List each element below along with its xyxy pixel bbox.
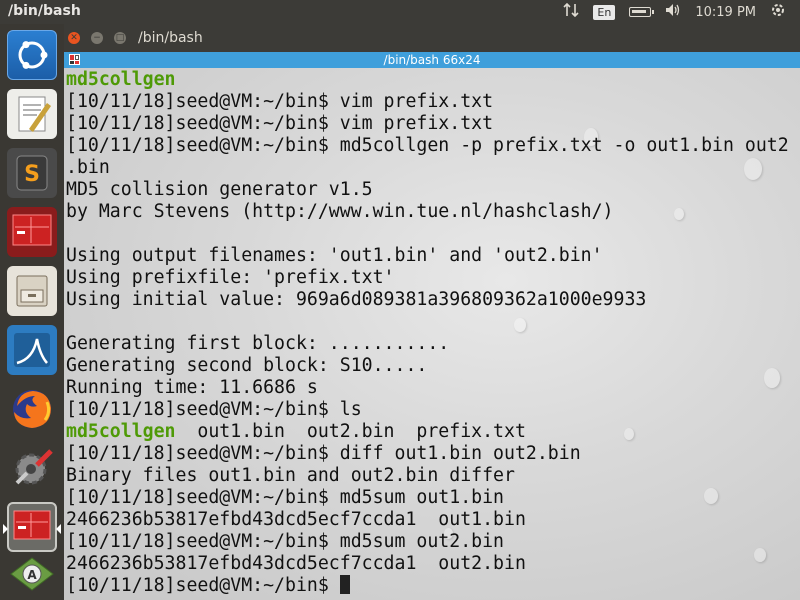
window-titlebar[interactable]: ✕ − □ /bin/bash (64, 24, 800, 52)
system-settings-icon[interactable] (7, 443, 57, 493)
line-text: [10/11/18]seed@VM:~/bin$ (66, 575, 340, 596)
close-button[interactable]: ✕ (68, 32, 80, 44)
line-text: Binary files out1.bin and out2.bin diffe… (66, 465, 515, 486)
line-text: [10/11/18]seed@VM:~/bin$ md5sum out1.bin (66, 487, 504, 508)
terminal-app-icon[interactable] (7, 207, 57, 257)
battery-icon[interactable] (629, 7, 655, 17)
terminal-lines: md5collgen [10/11/18]seed@VM:~/bin$ vim p… (66, 69, 789, 597)
launcher: S A (0, 24, 64, 600)
terminal-line: [10/11/18]seed@VM:~/bin$ md5sum out1.bin (66, 487, 789, 509)
maximize-button[interactable]: □ (114, 32, 126, 44)
line-text: 2466236b53817efbd43dcd5ecf7ccda1 out2.bi… (66, 553, 526, 574)
line-text: [10/11/18]seed@VM:~/bin$ ls (66, 399, 362, 420)
terminal-line: [10/11/18]seed@VM:~/bin$ md5collgen -p p… (66, 135, 789, 157)
system-tray: En 10:19 PM (563, 0, 800, 24)
text-editor-icon[interactable] (7, 89, 57, 139)
firefox-icon[interactable] (7, 384, 57, 434)
svg-text:A: A (27, 568, 37, 582)
ubuntu-dash-icon[interactable] (7, 30, 57, 80)
terminal-line: Using prefixfile: 'prefix.txt' (66, 267, 789, 289)
terminal-line: md5collgen (66, 69, 789, 91)
line-text: [10/11/18]seed@VM:~/bin$ md5collgen -p p… (66, 135, 789, 156)
line-text: Using output filenames: 'out1.bin' and '… (66, 245, 603, 266)
terminal-line: 2466236b53817efbd43dcd5ecf7ccda1 out2.bi… (66, 553, 789, 575)
terminal-line: md5collgen out1.bin out2.bin prefix.txt (66, 421, 789, 443)
power-gear-icon[interactable] (770, 2, 786, 22)
terminal-line: [10/11/18]seed@VM:~/bin$ vim prefix.txt (66, 113, 789, 135)
software-updater-icon[interactable]: A (7, 554, 57, 596)
top-panel: /bin/bash En 10:19 PM (0, 0, 800, 24)
line-text: out1.bin out2.bin prefix.txt (175, 421, 526, 442)
terminal-line: [10/11/18]seed@VM:~/bin$ md5sum out2.bin (66, 531, 789, 553)
line-text: Running time: 11.6686 s (66, 377, 318, 398)
text-cursor (339, 575, 350, 594)
sublime-text-icon[interactable]: S (7, 148, 57, 198)
line-text: Using initial value: 969a6d089381a396809… (66, 289, 647, 310)
terminal-output[interactable]: md5collgen [10/11/18]seed@VM:~/bin$ vim p… (64, 68, 800, 600)
line-text: Generating second block: S10..... (66, 355, 428, 376)
terminal-line: [10/11/18]seed@VM:~/bin$ ls (66, 399, 789, 421)
terminal-line: Running time: 11.6686 s (66, 377, 789, 399)
executable-name: md5collgen (66, 69, 176, 90)
line-text: [10/11/18]seed@VM:~/bin$ diff out1.bin o… (66, 443, 581, 464)
active-terminal-icon[interactable] (3, 502, 61, 552)
terminal-line: [10/11/18]seed@VM:~/bin$ diff out1.bin o… (66, 443, 789, 465)
line-text: [10/11/18]seed@VM:~/bin$ vim prefix.txt (66, 91, 494, 112)
terminal-line: [10/11/18]seed@VM:~/bin$ vim prefix.txt (66, 91, 789, 113)
line-text: Generating first block: ........... (66, 333, 450, 354)
terminal-line: by Marc Stevens (http://www.win.tue.nl/h… (66, 201, 789, 223)
sort-arrows-icon[interactable] (563, 2, 579, 21)
terminal-line: Generating first block: ........... (66, 333, 789, 355)
line-text: Using prefixfile: 'prefix.txt' (66, 267, 395, 288)
line-text: MD5 collision generator v1.5 (66, 179, 373, 200)
tab-bar: /bin/bash 66x24 (64, 52, 800, 68)
clock[interactable]: 10:19 PM (695, 5, 756, 20)
line-text: 2466236b53817efbd43dcd5ecf7ccda1 out1.bi… (66, 509, 526, 530)
terminal-line: Using initial value: 969a6d089381a396809… (66, 289, 789, 311)
volume-icon[interactable] (665, 3, 681, 21)
executable-name: md5collgen (66, 421, 176, 442)
terminal-line: MD5 collision generator v1.5 (66, 179, 789, 201)
terminal-window: ✕ − □ /bin/bash /bin/bash 66x24 md5collg… (64, 24, 800, 600)
line-text: [10/11/18]seed@VM:~/bin$ vim prefix.txt (66, 113, 494, 134)
terminal-line: [10/11/18]seed@VM:~/bin$ (66, 575, 789, 597)
terminal-line: 2466236b53817efbd43dcd5ecf7ccda1 out1.bi… (66, 509, 789, 531)
keyboard-language-icon[interactable]: En (593, 4, 616, 20)
wireshark-icon[interactable] (7, 325, 57, 375)
line-text: [10/11/18]seed@VM:~/bin$ md5sum out2.bin (66, 531, 504, 552)
line-text: .bin (66, 157, 110, 178)
line-text: by Marc Stevens (http://www.win.tue.nl/h… (66, 201, 614, 222)
terminal-line: .bin (66, 157, 789, 179)
top-panel-title: /bin/bash (8, 3, 81, 19)
tab-title[interactable]: /bin/bash 66x24 (64, 52, 800, 68)
file-cabinet-icon[interactable] (7, 266, 57, 316)
svg-text:S: S (24, 162, 40, 187)
minimize-button[interactable]: − (91, 32, 103, 44)
terminal-line: Using output filenames: 'out1.bin' and '… (66, 245, 789, 267)
terminal-line: Generating second block: S10..... (66, 355, 789, 377)
window-title: /bin/bash (138, 30, 203, 46)
terminal-line: Binary files out1.bin and out2.bin diffe… (66, 465, 789, 487)
